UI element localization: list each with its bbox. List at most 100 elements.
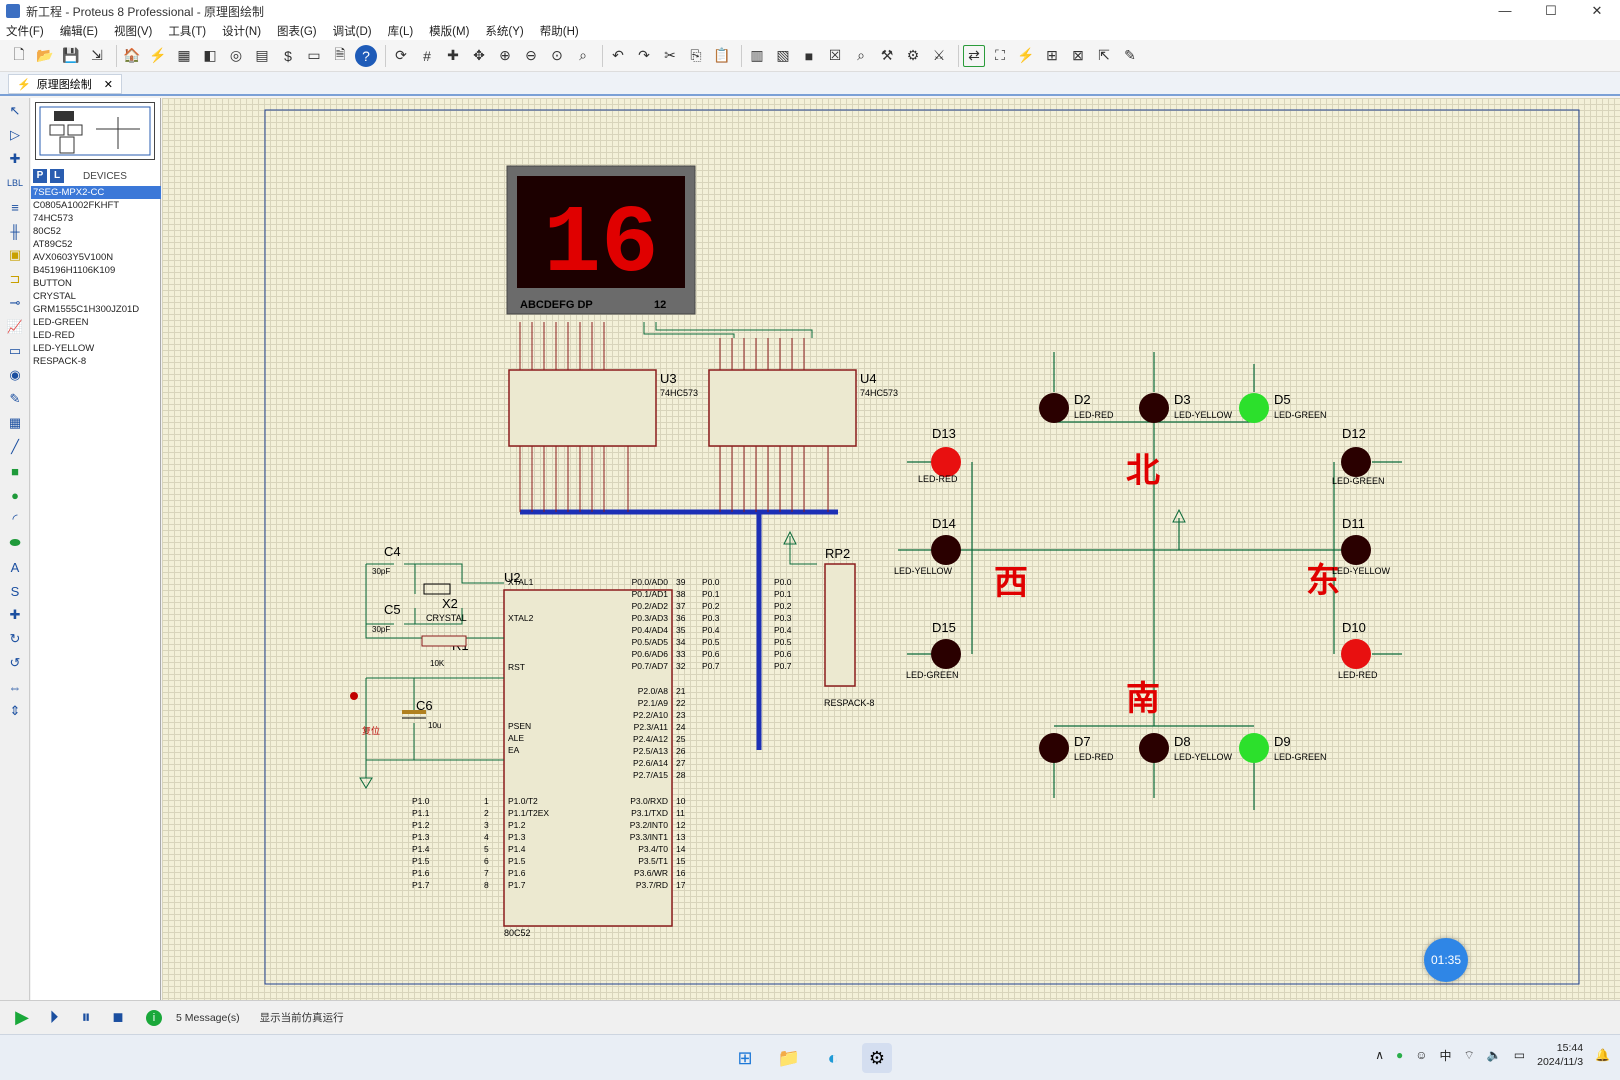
battery-icon[interactable]: ▭: [1514, 1048, 1525, 1062]
menu-graph[interactable]: 图表(G): [277, 23, 317, 39]
tab-close-icon[interactable]: ✕: [104, 78, 113, 91]
flip-horizontal-icon[interactable]: ⇔: [4, 676, 26, 698]
led-d15[interactable]: D15 LED-GREEN: [906, 620, 961, 680]
led-d10[interactable]: D10 LED-RED: [1338, 620, 1378, 680]
wifi-icon[interactable]: ⌔: [1464, 1048, 1475, 1063]
tape-recorder-icon[interactable]: ▭: [4, 340, 26, 362]
line-icon[interactable]: ╱: [4, 436, 26, 458]
menu-template[interactable]: 模版(M): [429, 23, 469, 39]
pick-devices-button[interactable]: P: [33, 169, 47, 183]
close-button[interactable]: ✕: [1574, 0, 1620, 22]
volume-icon[interactable]: 🔈: [1487, 1048, 1502, 1062]
grid-icon[interactable]: #: [416, 45, 438, 67]
led-d2[interactable]: D2 LED-RED: [1039, 392, 1114, 423]
arc-icon[interactable]: ◜: [4, 508, 26, 530]
menu-tools[interactable]: 工具(T): [168, 23, 206, 39]
device-item[interactable]: LED-RED: [31, 329, 161, 342]
device-item[interactable]: 74HC573: [31, 212, 161, 225]
block-delete-icon[interactable]: ☒: [824, 45, 846, 67]
source-code-icon[interactable]: $: [277, 45, 299, 67]
pick-device-icon[interactable]: ⌕: [850, 45, 872, 67]
tab-schematic-capture[interactable]: ⚡ 原理图绘制 ✕: [8, 74, 122, 94]
notes-icon[interactable]: 🗎: [329, 45, 351, 67]
menu-help[interactable]: 帮助(H): [540, 23, 579, 39]
cut-icon[interactable]: ✂: [659, 45, 681, 67]
wire-label-icon[interactable]: LBL: [4, 172, 26, 194]
device-item[interactable]: 7SEG-MPX2-CC: [31, 186, 161, 199]
terminal-icon[interactable]: ⊐: [4, 268, 26, 290]
file-explorer-icon[interactable]: 📁: [774, 1043, 804, 1073]
proteus-app-icon[interactable]: ⚙: [862, 1043, 892, 1073]
u3-latch[interactable]: U3 74HC573: [508, 369, 698, 447]
exit-to-parent-icon[interactable]: ⇱: [1093, 45, 1115, 67]
copy-icon[interactable]: ⎘: [685, 45, 707, 67]
text-script-icon[interactable]: ≡: [4, 196, 26, 218]
device-item[interactable]: RESPACK-8: [31, 355, 161, 368]
zoom-out-icon[interactable]: ⊖: [520, 45, 542, 67]
component-mode-icon[interactable]: ▷: [4, 124, 26, 146]
symbol-icon[interactable]: S: [4, 580, 26, 602]
decompose-icon[interactable]: ⚔: [928, 45, 950, 67]
recording-timer[interactable]: 01:35: [1424, 938, 1468, 982]
led-d9[interactable]: D9 LED-GREEN: [1239, 733, 1327, 763]
flip-vertical-icon[interactable]: ⇕: [4, 700, 26, 722]
wechat-icon[interactable]: ●: [1396, 1048, 1403, 1062]
zoom-area-icon[interactable]: ⌕: [572, 45, 594, 67]
graph-icon[interactable]: 📈: [4, 316, 26, 338]
message-count[interactable]: 5 Message(s): [176, 1012, 240, 1024]
schematic-icon[interactable]: ⚡: [147, 45, 169, 67]
search-tag-icon[interactable]: ⛶: [989, 45, 1011, 67]
pan-icon[interactable]: ✥: [468, 45, 490, 67]
undo-icon[interactable]: ↶: [607, 45, 629, 67]
tray-expand-icon[interactable]: ∧: [1375, 1048, 1384, 1062]
windows-start-icon[interactable]: ⊞: [730, 1043, 760, 1073]
led-d11[interactable]: D11 LED-YELLOW: [1332, 516, 1391, 576]
remove-sheet-icon[interactable]: ⊠: [1067, 45, 1089, 67]
subcircuit-icon[interactable]: ▣: [4, 244, 26, 266]
path-icon[interactable]: ⬬: [4, 532, 26, 554]
3d-icon[interactable]: ◧: [199, 45, 221, 67]
pcb-icon[interactable]: ▦: [173, 45, 195, 67]
menu-system[interactable]: 系统(Y): [485, 23, 523, 39]
info-icon[interactable]: i: [146, 1009, 162, 1026]
box-icon[interactable]: ■: [4, 460, 26, 482]
virtual-instrument-icon[interactable]: ▦: [4, 412, 26, 434]
package-tool-icon[interactable]: ⚙: [902, 45, 924, 67]
selection-mode-icon[interactable]: ↖: [4, 100, 26, 122]
import-icon[interactable]: ⇲: [86, 45, 108, 67]
led-d5[interactable]: D5 LED-GREEN: [1239, 392, 1327, 423]
annotate-icon[interactable]: ✎: [1119, 45, 1141, 67]
property-assign-icon[interactable]: ⚡: [1015, 45, 1037, 67]
menu-design[interactable]: 设计(N): [222, 23, 261, 39]
play-icon[interactable]: ▶: [10, 1007, 34, 1029]
user-icon[interactable]: ☺: [1415, 1048, 1427, 1062]
device-item[interactable]: 80C52: [31, 225, 161, 238]
circle-icon[interactable]: ●: [4, 484, 26, 506]
home-icon[interactable]: 🏠: [121, 45, 143, 67]
zoom-in-icon[interactable]: ⊕: [494, 45, 516, 67]
block-rotate-icon[interactable]: ■: [798, 45, 820, 67]
schematic-canvas[interactable]: 16 ABCDEFG DP 12 U3 74HC573 U4 74HC573 U…: [162, 98, 1620, 1000]
origin-icon[interactable]: ✚: [442, 45, 464, 67]
voltage-probe-icon[interactable]: ✎: [4, 388, 26, 410]
rotate-cw-icon[interactable]: ↻: [4, 628, 26, 650]
library-manager-button[interactable]: L: [50, 169, 64, 183]
edge-browser-icon[interactable]: ◐: [818, 1043, 848, 1073]
stop-icon[interactable]: ■: [106, 1007, 130, 1029]
device-item[interactable]: LED-YELLOW: [31, 342, 161, 355]
ime-indicator[interactable]: 中: [1440, 1047, 1452, 1064]
gerber-icon[interactable]: ◎: [225, 45, 247, 67]
new-file-icon[interactable]: 🗋: [8, 45, 30, 67]
marker-icon[interactable]: ✚: [4, 604, 26, 626]
menu-edit[interactable]: 编辑(E): [60, 23, 98, 39]
menu-file[interactable]: 文件(F): [6, 23, 44, 39]
minimize-button[interactable]: —: [1482, 0, 1528, 22]
junction-dot-icon[interactable]: ✚: [4, 148, 26, 170]
refresh-icon[interactable]: ⟳: [390, 45, 412, 67]
system-clock[interactable]: 15:44 2024/11/3: [1537, 1041, 1583, 1069]
led-d7[interactable]: D7 LED-RED: [1039, 733, 1114, 763]
oscillator-circuit[interactable]: C4 30pF C5 30pF X2 CRYSTAL R1 10K C6 10u…: [350, 544, 504, 789]
u4-latch[interactable]: U4 74HC573: [708, 369, 898, 447]
open-folder-icon[interactable]: 📂: [34, 45, 56, 67]
paste-icon[interactable]: 📋: [711, 45, 733, 67]
